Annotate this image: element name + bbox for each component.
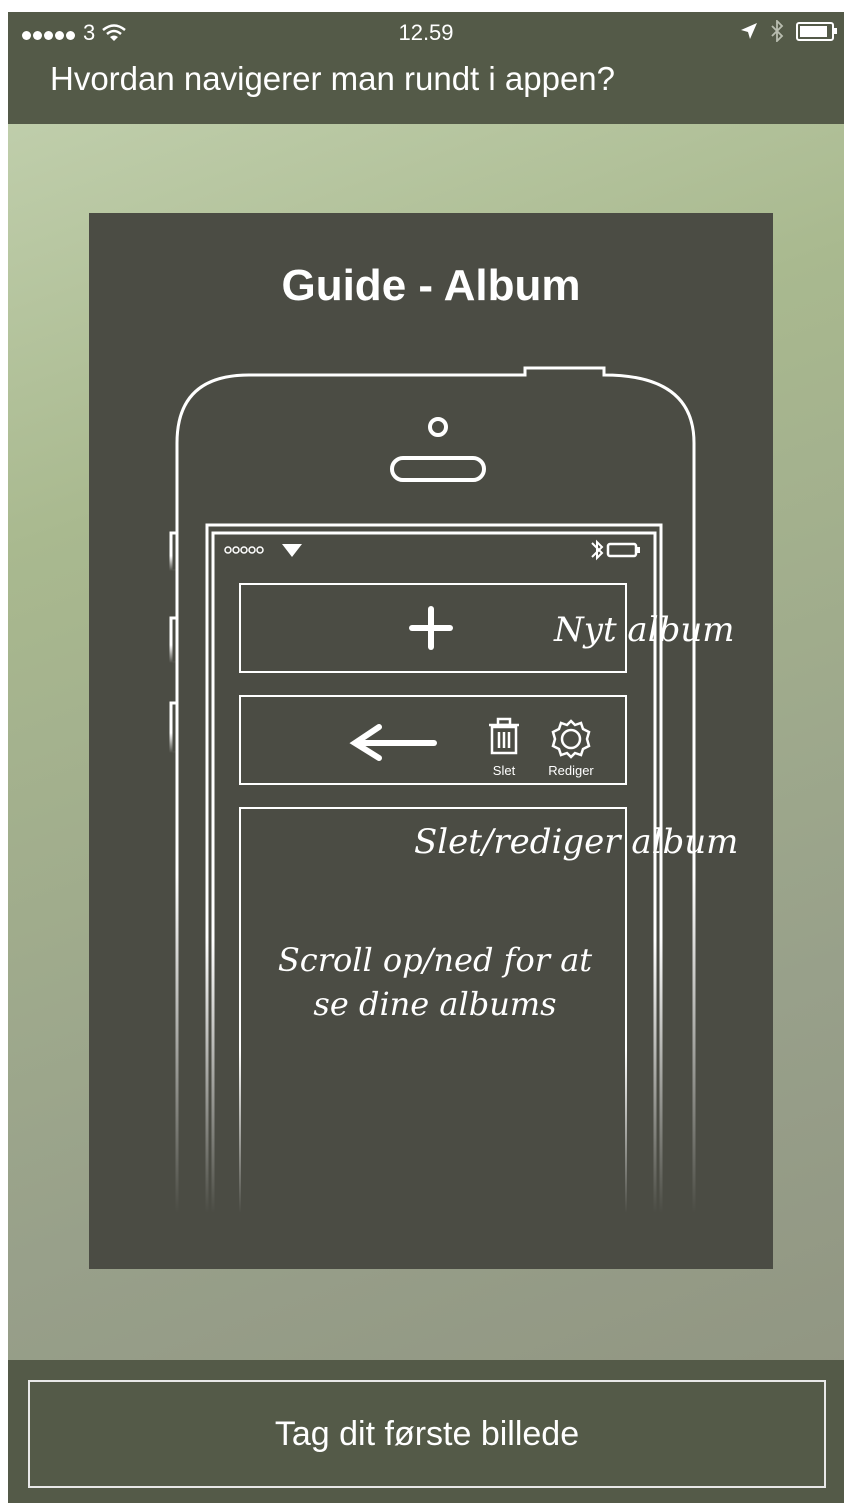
annotation-scroll-line2: se dine albums <box>313 985 556 1023</box>
arrow-left-icon <box>349 724 437 761</box>
annotation-edit-delete-album: Slet/rediger album <box>414 822 738 862</box>
mock-edit-label: Rediger <box>548 763 594 778</box>
status-right <box>740 20 837 42</box>
gear-icon <box>551 719 591 759</box>
bluetooth-icon <box>771 20 784 42</box>
mock-delete-label: Slet <box>493 763 516 778</box>
navigation-bar: 3 12.59 Hvordan navigerer man rundt i ap… <box>8 12 844 124</box>
trash-icon <box>489 717 519 755</box>
status-bar: 3 12.59 <box>8 12 844 52</box>
guide-card: Guide - Album Slet Rediger Nyt album Sle… <box>89 213 773 1269</box>
app-screen: 3 12.59 Hvordan navigerer man rundt i ap… <box>8 12 844 1503</box>
battery-icon <box>796 21 837 41</box>
phone-illustration: Slet Rediger Nyt album Slet/rediger albu… <box>169 366 738 1213</box>
status-time: 12.59 <box>398 20 454 45</box>
annotation-scroll-line1: Scroll op/ned for at <box>278 941 592 979</box>
page-title: Hvordan navigerer man rundt i appen? <box>50 60 616 97</box>
mini-status-icons <box>224 539 640 561</box>
phone-earpiece-icon <box>390 417 486 482</box>
annotation-new-album: Nyt album <box>553 610 734 650</box>
location-arrow-icon <box>741 23 757 39</box>
bottom-bar: Tag dit første billede <box>8 1360 844 1503</box>
plus-icon <box>409 606 453 650</box>
take-first-photo-button[interactable]: Tag dit første billede <box>28 1380 826 1488</box>
